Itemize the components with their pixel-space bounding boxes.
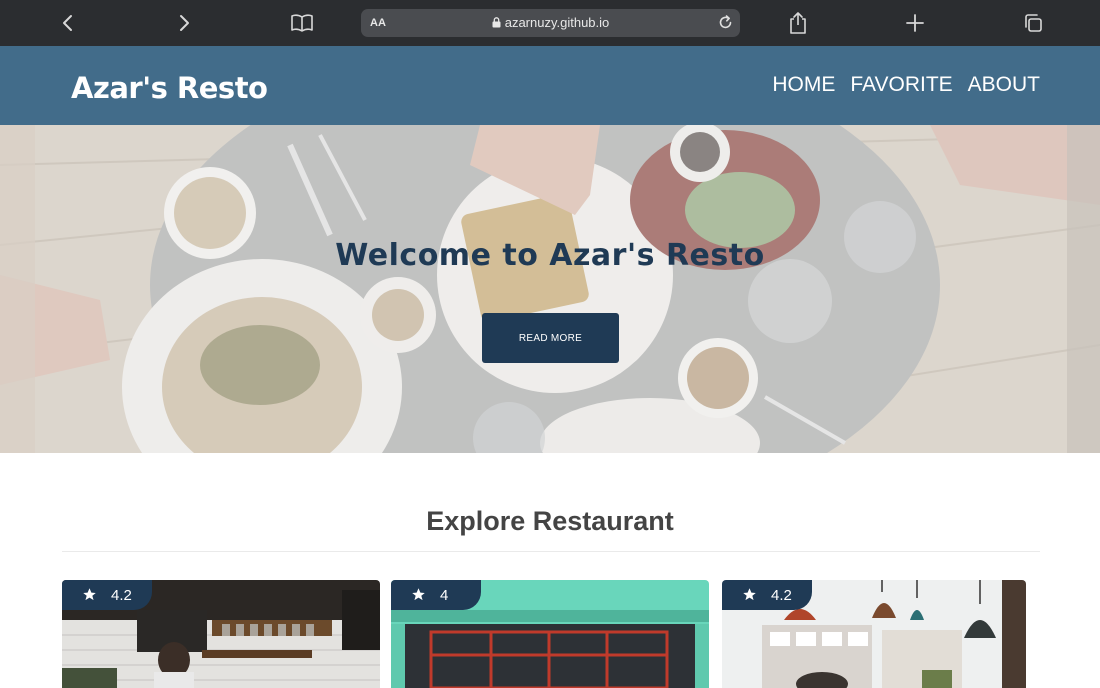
restaurant-card[interactable]: 4 bbox=[391, 580, 709, 688]
nav-favorite[interactable]: FAVORITE bbox=[850, 73, 952, 97]
brand-logo[interactable]: Azar's Resto bbox=[71, 71, 268, 105]
hero-banner: Welcome to Azar's Resto READ MORE bbox=[0, 125, 1100, 453]
restaurant-card[interactable]: 4.2 bbox=[722, 580, 1026, 688]
hero-image bbox=[0, 125, 1100, 453]
rating-value: 4 bbox=[440, 587, 449, 604]
back-icon[interactable] bbox=[56, 11, 80, 35]
rating-badge: 4.2 bbox=[62, 580, 152, 610]
nav-about[interactable]: ABOUT bbox=[968, 73, 1040, 97]
star-icon bbox=[743, 588, 756, 601]
read-more-button[interactable]: READ MORE bbox=[482, 313, 619, 363]
reload-icon[interactable] bbox=[717, 14, 734, 31]
book-icon[interactable] bbox=[290, 11, 314, 35]
nav-home[interactable]: HOME bbox=[772, 73, 835, 97]
restaurant-card[interactable]: 4.2 bbox=[62, 580, 380, 688]
section-divider bbox=[62, 551, 1040, 552]
rating-badge: 4.2 bbox=[722, 580, 812, 610]
star-icon bbox=[83, 588, 96, 601]
hero-title: Welcome to Azar's Resto bbox=[335, 238, 765, 273]
star-icon bbox=[412, 588, 425, 601]
site-header: Azar's Resto HOME FAVORITE ABOUT bbox=[0, 46, 1100, 125]
rating-value: 4.2 bbox=[771, 587, 792, 604]
main-nav: HOME FAVORITE ABOUT bbox=[772, 73, 1040, 97]
share-icon[interactable] bbox=[786, 11, 810, 35]
lock-icon bbox=[492, 17, 501, 28]
rating-value: 4.2 bbox=[111, 587, 132, 604]
address-bar[interactable]: AA azarnuzy.github.io bbox=[361, 9, 740, 37]
forward-icon[interactable] bbox=[172, 11, 196, 35]
plus-icon[interactable] bbox=[903, 11, 927, 35]
section-title: Explore Restaurant bbox=[426, 506, 674, 536]
rating-badge: 4 bbox=[391, 580, 481, 610]
tabs-icon[interactable] bbox=[1021, 11, 1045, 35]
url-text: azarnuzy.github.io bbox=[504, 15, 610, 30]
browser-toolbar: AA azarnuzy.github.io bbox=[0, 0, 1100, 46]
